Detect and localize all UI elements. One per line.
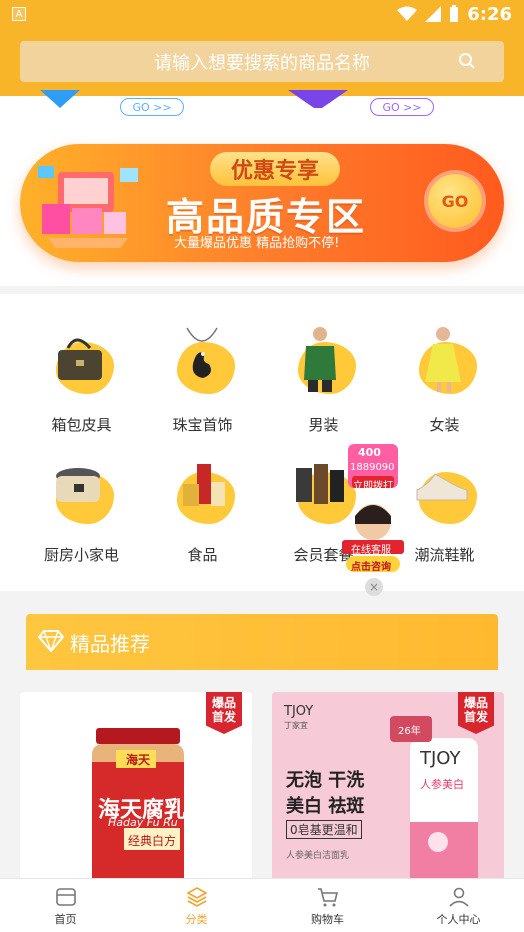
banner-go-button[interactable]: GO <box>428 174 482 228</box>
category-item-jewelry[interactable]: 珠宝首饰 <box>137 294 268 434</box>
product-brand: 海天 <box>126 753 151 767</box>
tab-category[interactable]: 分类 <box>131 879 262 932</box>
user-icon <box>448 887 469 907</box>
badge-line: 爆品 <box>463 696 488 710</box>
header: 请输入想要搜索的商品名称 <box>0 28 524 96</box>
go-button-left[interactable]: GO >> <box>120 98 184 116</box>
cs-close-button[interactable]: × <box>365 578 383 596</box>
badge-line: 首发 <box>463 710 488 724</box>
tube-text: 人参美白 <box>420 778 464 791</box>
hot-badge: 爆品 首发 <box>458 692 494 734</box>
category-item-menswear[interactable]: 男装 <box>258 294 389 434</box>
tab-label: 分类 <box>185 912 208 926</box>
necklace-icon <box>167 324 237 394</box>
product-sub: 经典白方 <box>128 834 177 848</box>
category-item-womenswear[interactable]: 女装 <box>379 294 510 434</box>
banner-tag: 优惠专享 <box>210 152 340 186</box>
search-input[interactable]: 请输入想要搜索的商品名称 <box>20 41 504 82</box>
search-placeholder: 请输入想要搜索的商品名称 <box>154 52 370 74</box>
status-time: 6:26 <box>467 3 512 25</box>
entry-purple-icon[interactable] <box>288 90 348 114</box>
brand-cn: 丁家宜 <box>284 721 308 730</box>
signal-icon <box>425 6 442 22</box>
cs-dial-label: 立即拨打 <box>353 481 393 492</box>
rice-cooker-icon <box>46 454 116 524</box>
cs-phone-mid: 1889090 <box>350 462 395 473</box>
badge-line: 爆品 <box>211 696 236 710</box>
handbag-icon <box>46 324 116 394</box>
category-icon <box>185 886 208 907</box>
customer-service-widget[interactable]: 400 1889090 立即拨打 在线客服 点击咨询 <box>340 444 406 576</box>
tab-label: 个人中心 <box>436 912 481 926</box>
top-entry-strip: GO >> GO >> <box>0 90 524 126</box>
tab-cart[interactable]: 购物车 <box>262 879 393 932</box>
recommend-header: 精品推荐 <box>26 614 498 670</box>
food-icon <box>167 454 237 524</box>
product-line-2: 美白 祛斑 <box>286 796 365 817</box>
product-small-text: 人参美白洁面乳 <box>286 851 350 861</box>
category-label: 厨房小家电 <box>43 546 119 564</box>
cart-icon <box>317 887 338 906</box>
bottom-tabbar: 首页 分类 购物车 个人中心 <box>0 878 524 932</box>
product-pinyin: Haday Fu Ru <box>108 816 178 829</box>
status-right: 6:26 <box>397 4 512 25</box>
menswear-icon <box>288 324 358 394</box>
category-label: 食品 <box>187 546 218 564</box>
recommend-section: 精品推荐 海天 海天腐乳 Haday Fu Ru 经典白方 爆品 首发 TJOY… <box>0 604 524 892</box>
product-seal: 26年 <box>398 726 421 737</box>
status-bar: A 6:26 <box>0 0 524 28</box>
diamond-icon <box>38 630 64 652</box>
cs-consult-label: 点击咨询 <box>351 562 391 573</box>
category-item-kitchen-appliances[interactable]: 厨房小家电 <box>16 424 147 564</box>
tab-home[interactable]: 首页 <box>0 879 131 932</box>
tab-label: 购物车 <box>311 912 344 926</box>
product-card-cleanser[interactable]: TJOY 丁家宜 无泡 干洗 美白 祛斑 0皂基更温和 人参美白洁面乳 26年 … <box>272 692 504 892</box>
wifi-icon <box>397 6 418 21</box>
entry-blue-icon[interactable] <box>40 90 80 112</box>
product-line-3: 0皂基更温和 <box>286 820 362 839</box>
promo-banner[interactable]: 优惠专享 高品质专区 大量爆品优惠 精品抢购不停! GO <box>20 144 504 262</box>
banner-subtitle: 大量爆品优惠 精品抢购不停! <box>174 236 340 251</box>
tube-brand: TJOY <box>420 748 461 769</box>
status-left: A <box>12 7 26 21</box>
recommend-title: 精品推荐 <box>70 632 150 656</box>
search-icon[interactable] <box>458 52 476 70</box>
shoes-icon <box>409 454 479 524</box>
hot-badge: 爆品 首发 <box>206 692 242 734</box>
tab-profile[interactable]: 个人中心 <box>393 879 524 932</box>
product-line-1: 无泡 干洗 <box>286 770 365 791</box>
home-icon <box>55 887 76 906</box>
category-item-food[interactable]: 食品 <box>137 424 268 564</box>
product-card-fermented-tofu[interactable]: 海天 海天腐乳 Haday Fu Ru 经典白方 爆品 首发 <box>20 692 252 892</box>
brand-logo: TJOY <box>284 704 314 719</box>
notification-a-icon: A <box>12 7 26 21</box>
tab-label: 首页 <box>54 912 77 926</box>
cs-phone-top: 400 <box>358 446 381 459</box>
shopping-illustration-icon <box>38 166 138 248</box>
badge-line: 首发 <box>211 710 236 724</box>
banner-section: 优惠专享 高品质专区 大量爆品优惠 精品抢购不停! GO <box>0 126 524 286</box>
category-grid: 箱包皮具 珠宝首饰 男装 女装 厨房小家电 食品 会员套餐 潮流鞋靴 <box>0 294 524 591</box>
cs-online-label: 在线客服 <box>351 545 391 556</box>
womenswear-icon <box>409 324 479 394</box>
go-button-right[interactable]: GO >> <box>370 98 434 116</box>
app-screen: A 6:26 请输入想要搜索的商品名称 GO >> GO >> 优惠专享 高品质… <box>0 0 524 932</box>
category-item-handbags[interactable]: 箱包皮具 <box>16 294 147 434</box>
battery-icon <box>450 5 459 22</box>
